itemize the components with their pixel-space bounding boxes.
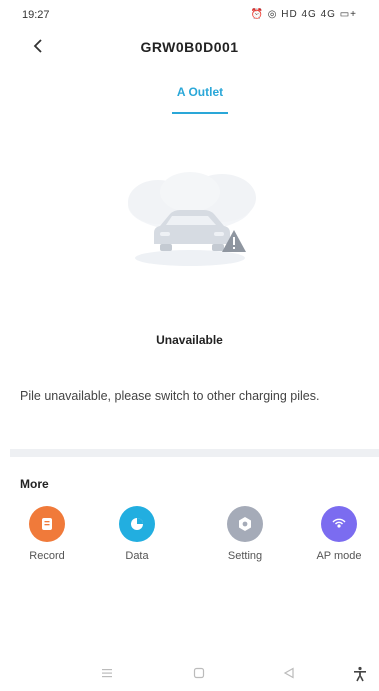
more-section-title: More bbox=[20, 477, 49, 491]
system-nav-bar bbox=[0, 660, 379, 691]
setting-label: Setting bbox=[227, 550, 263, 562]
header: GRW0B0D001 bbox=[0, 30, 379, 64]
section-divider bbox=[10, 449, 379, 457]
data-label: Data bbox=[125, 550, 149, 562]
ap-mode-icon bbox=[321, 506, 357, 542]
accessibility-icon bbox=[354, 666, 366, 682]
menu-nav-button[interactable] bbox=[100, 666, 114, 685]
gear-icon bbox=[227, 506, 263, 542]
status-time: 19:27 bbox=[22, 9, 50, 21]
record-label: Record bbox=[29, 550, 65, 562]
pile-status-label: Unavailable bbox=[156, 333, 223, 347]
page-title: GRW0B0D001 bbox=[140, 39, 239, 55]
ap-mode-label: AP mode bbox=[316, 550, 362, 562]
back-nav-button[interactable] bbox=[282, 666, 296, 685]
menu-icon bbox=[102, 669, 112, 678]
car-unavailable-illustration bbox=[100, 160, 280, 280]
ap-mode-button[interactable]: AP mode bbox=[304, 506, 374, 562]
record-button[interactable]: Record bbox=[12, 506, 82, 562]
record-icon bbox=[29, 506, 65, 542]
status-bar: 19:27 ⏰ ◎ HD 4G 4G ▭+ bbox=[0, 0, 379, 28]
active-tab-indicator bbox=[172, 112, 228, 114]
home-square-icon bbox=[193, 667, 205, 679]
home-nav-button[interactable] bbox=[192, 666, 206, 685]
setting-button[interactable]: Setting bbox=[210, 506, 280, 562]
status-icons: ⏰ ◎ HD 4G 4G ▭+ bbox=[250, 9, 357, 20]
data-icon bbox=[119, 506, 155, 542]
pile-status-message: Pile unavailable, please switch to other… bbox=[20, 389, 320, 403]
back-triangle-icon bbox=[283, 667, 294, 679]
data-button[interactable]: Data bbox=[102, 506, 172, 562]
accessibility-button[interactable] bbox=[352, 666, 368, 687]
